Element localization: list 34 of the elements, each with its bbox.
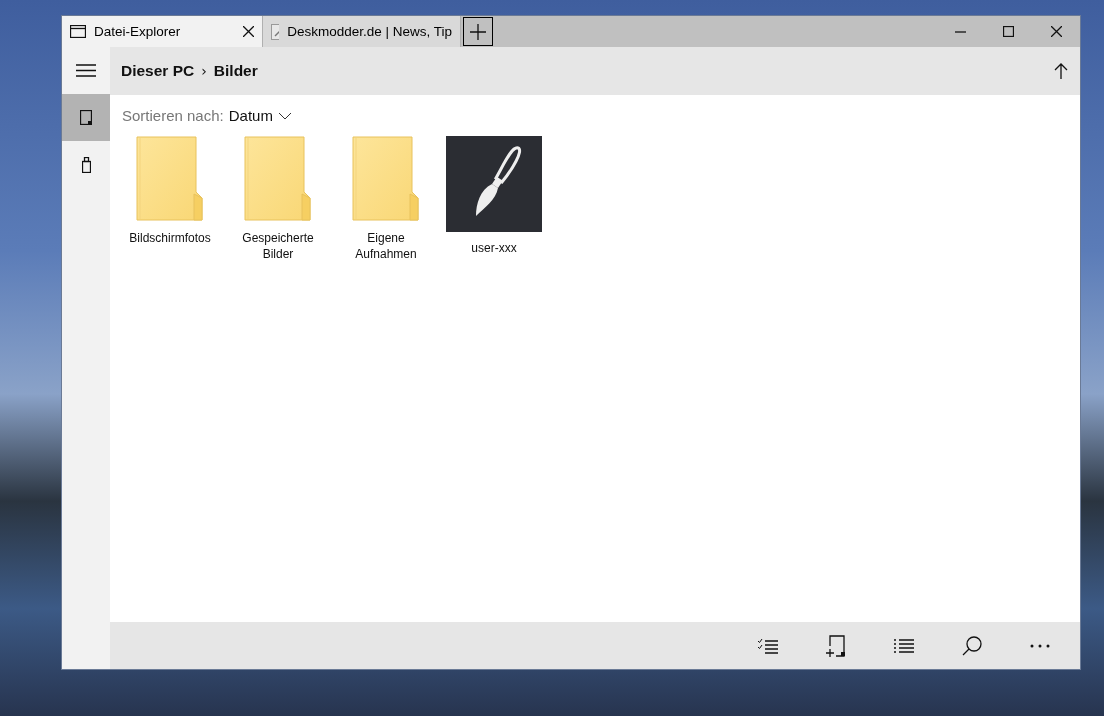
maximize-icon (1002, 26, 1014, 37)
list-icon (893, 638, 915, 653)
minimize-icon (954, 30, 966, 33)
breadcrumb-separator: › (201, 63, 207, 79)
folder-icon (352, 136, 420, 222)
window-tab[interactable]: Datei-Explorer (62, 16, 263, 47)
up-arrow-icon[interactable] (1054, 63, 1068, 79)
tablet-icon (80, 110, 92, 125)
checklist-icon (757, 637, 779, 654)
close-icon (1050, 26, 1062, 37)
folder-icon (244, 136, 312, 222)
menu-icon (76, 64, 96, 77)
plus-icon (470, 23, 486, 40)
folder-icon (136, 136, 204, 222)
search-icon (962, 635, 982, 656)
new-page-icon (826, 634, 846, 657)
sidebar-item[interactable] (62, 94, 110, 141)
tab-title: Datei-Explorer (94, 24, 182, 39)
new-tab-button[interactable] (463, 17, 493, 46)
chevron-down-icon (277, 111, 292, 120)
item-name[interactable]: user-xxx (471, 240, 517, 256)
window-tab[interactable]: Deskmodder.de | News, Tip (263, 16, 461, 47)
item-name[interactable]: Gespeicherte Bilder (230, 230, 326, 262)
usb-drive-icon (81, 156, 91, 173)
item-name[interactable]: Bildschirmfotos (129, 230, 211, 246)
window-icon (70, 25, 86, 38)
tab-title: Deskmodder.de | News, Tip (287, 24, 452, 39)
breadcrumb-item[interactable]: Dieser PC (121, 62, 195, 80)
close-icon[interactable] (243, 26, 254, 37)
more-icon (1030, 643, 1050, 648)
sort-dropdown[interactable]: Sortieren nach: Datum (122, 107, 292, 124)
item-name[interactable]: Eigene Aufnahmen (338, 230, 434, 262)
brush-icon (271, 23, 280, 40)
breadcrumb-item[interactable]: Bilder (213, 62, 258, 80)
